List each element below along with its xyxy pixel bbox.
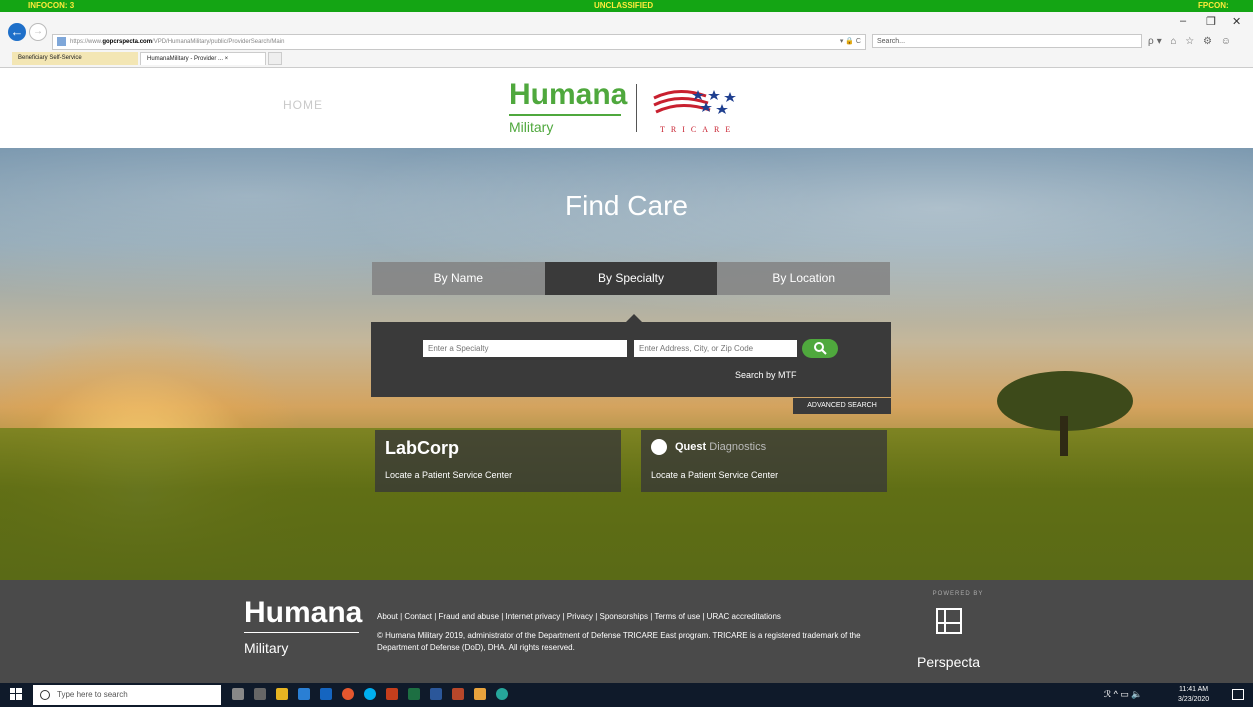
address-controls[interactable]: ▾ 🔒 C	[840, 35, 861, 49]
cortana-icon	[40, 690, 50, 700]
back-arrow-icon[interactable]: ←	[8, 23, 26, 41]
search-icon	[814, 342, 827, 355]
quest-locate-link[interactable]: Locate a Patient Service Center	[651, 470, 778, 480]
windows-start-icon[interactable]	[10, 688, 22, 700]
url-prefix: https://www.	[70, 39, 103, 45]
search-panel	[371, 322, 891, 397]
media-player-icon[interactable]	[474, 688, 486, 700]
address-input[interactable]	[634, 340, 797, 357]
classification-label: UNCLASSIFIED	[594, 1, 654, 10]
restore-icon[interactable]: ❐	[1206, 15, 1216, 28]
perspecta-logo-icon	[936, 608, 962, 634]
address-bar[interactable]: https://www.gopcrspecta.com/VPD/HumanaMi…	[52, 34, 866, 50]
logo-humana-text: Humana	[509, 78, 628, 111]
chrome-icon[interactable]	[342, 688, 354, 700]
classification-banner: INFOCON: 3 UNCLASSIFIED FPCON: Bravo	[0, 0, 1253, 22]
taskbar-search-box[interactable]: Type here to search	[33, 685, 221, 705]
tricare-logo: TRICARE	[653, 90, 736, 134]
quest-logo: Quest Diagnostics	[675, 441, 766, 453]
tab-by-location[interactable]: By Location	[717, 262, 891, 295]
advanced-search-button[interactable]: ADVANCED SEARCH	[793, 398, 891, 414]
humana-military-logo[interactable]: Humana Military	[509, 80, 627, 135]
logo-military-text: Military	[509, 119, 554, 135]
tab-beneficiary-self-service[interactable]: Beneficiary Self-Service	[12, 52, 138, 65]
url-path: /VPD/HumanaMilitary/public/ProviderSearc…	[152, 39, 285, 45]
word-icon[interactable]	[430, 688, 442, 700]
notifications-icon[interactable]	[1232, 689, 1244, 700]
labcorp-card[interactable]: LabCorp Locate a Patient Service Center	[375, 430, 621, 492]
tab-by-name[interactable]: By Name	[372, 262, 545, 295]
close-icon[interactable]: ✕	[1232, 15, 1241, 28]
outlook-icon[interactable]	[320, 688, 332, 700]
footer-logo-humana: Humana	[244, 596, 363, 629]
quest-card[interactable]: Quest Diagnostics Locate a Patient Servi…	[641, 430, 887, 492]
file-explorer-icon[interactable]	[276, 688, 288, 700]
taskbar-clock[interactable]: 11:41 AM 3/23/2020	[1178, 685, 1209, 705]
clock-time: 11:41 AM	[1179, 686, 1209, 693]
task-view-icon[interactable]	[254, 688, 266, 700]
search-by-mtf-link[interactable]: Search by MTF	[735, 370, 797, 380]
search-type-tabs: By Name By Specialty By Location	[372, 262, 891, 295]
forward-arrow-icon[interactable]: →	[29, 23, 47, 41]
tree-silhouette	[997, 371, 1133, 456]
logo-rule	[509, 114, 621, 116]
quest-name-light: Diagnostics	[709, 441, 767, 453]
specialty-input[interactable]	[423, 340, 627, 357]
app-icon[interactable]	[496, 688, 508, 700]
microphone-icon[interactable]	[232, 688, 244, 700]
labcorp-logo: LabCorp	[385, 438, 459, 458]
skype-icon[interactable]	[364, 688, 376, 700]
home-link[interactable]: HOME	[283, 98, 323, 112]
access-icon[interactable]	[452, 688, 464, 700]
search-button[interactable]	[802, 339, 838, 358]
tab-humana-provider[interactable]: HumanaMilitary - Provider ... ×	[140, 52, 266, 65]
footer-logo-rule	[244, 632, 359, 633]
browser-search-box[interactable]: Search...	[872, 34, 1142, 48]
tricare-wordmark: TRICARE	[660, 125, 736, 134]
tab-by-specialty[interactable]: By Specialty	[544, 262, 718, 295]
url-domain: gopcrspecta.com	[102, 39, 153, 45]
footer-links[interactable]: About | Contact | Fraud and abuse | Inte…	[377, 612, 781, 621]
logo-divider	[636, 84, 637, 132]
site-favicon-icon	[57, 37, 66, 46]
excel-icon[interactable]	[408, 688, 420, 700]
browser-tool-icons[interactable]: ρ▾ ⌂ ☆ ⚙ ☺	[1148, 36, 1234, 47]
infocon-label: INFOCON: 3	[28, 1, 75, 10]
perspecta-logo: Perspecta	[917, 654, 981, 670]
new-tab-button[interactable]	[268, 52, 282, 65]
system-tray-icons[interactable]: ℛ ^ ▭ 🔈	[1104, 689, 1143, 700]
footer-copyright: © Humana Military 2019, administrator of…	[377, 631, 861, 652]
page-title: Find Care	[565, 190, 688, 221]
quest-logo-icon	[651, 439, 667, 455]
clock-date: 3/23/2020	[1178, 696, 1210, 703]
powerpoint-icon[interactable]	[386, 688, 398, 700]
footer-logo-military: Military	[244, 640, 289, 656]
ie-browser-icon[interactable]	[298, 688, 310, 700]
powered-by-label: POWERED BY	[932, 591, 984, 597]
minimize-icon[interactable]: –	[1180, 15, 1186, 27]
labcorp-locate-link[interactable]: Locate a Patient Service Center	[385, 470, 512, 480]
quest-name-bold: Quest	[675, 441, 707, 453]
